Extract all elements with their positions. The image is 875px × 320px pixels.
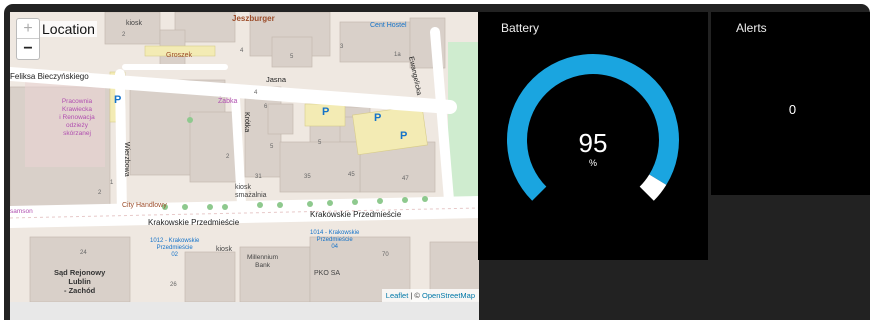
house-number: 3: [340, 44, 344, 50]
map-label-wierzbowa: Wierzbowa: [123, 142, 130, 177]
house-number: 5: [290, 54, 294, 60]
house-number: 70: [382, 252, 389, 258]
house-number: 5: [318, 140, 322, 146]
map-bottom-strip: [10, 302, 479, 320]
map-tiles: [10, 12, 479, 302]
house-number: 1: [110, 180, 114, 186]
location-map[interactable]: Jeszburger kiosk Cent Hostel Groszek Fel…: [10, 12, 479, 302]
map-label-groszek: Groszek: [166, 52, 193, 59]
map-label-stop-1012: 1012 - Krakowskie Przedmieście 02: [150, 238, 200, 258]
house-number: 24: [80, 250, 87, 256]
zoom-in-button[interactable]: +: [17, 19, 39, 39]
map-title: Location: [40, 21, 97, 37]
map-label-krakowskie-left: Krakowskie Przedmieście: [148, 218, 240, 227]
house-number: 4: [254, 90, 258, 96]
map-label-zabka: Żabka: [218, 98, 238, 105]
map-label-kiosk-smazalnia: kiosk smażalnia: [235, 184, 267, 199]
map-zoom-control: + −: [16, 18, 40, 60]
dashboard-frame: Jeszburger kiosk Cent Hostel Groszek Fel…: [4, 4, 870, 320]
house-number: 6: [264, 104, 268, 110]
map-attribution: Leaflet | © OpenStreetMap: [381, 289, 479, 302]
map-label-stop-1014: 1014 - Krakowskie Przedmieście 04: [310, 230, 360, 250]
alerts-value: 0: [788, 102, 797, 117]
map-label-krotka: Krótka: [243, 112, 250, 133]
parking-icon: P: [114, 94, 122, 106]
house-number: 47: [402, 176, 409, 182]
parking-icon: P: [400, 130, 408, 142]
alerts-widget: Alerts 0: [711, 12, 870, 195]
map-label-hostel: Cent Hostel: [370, 22, 407, 29]
parking-icon: P: [322, 106, 330, 118]
map-label-millennium: Millennium Bank: [247, 254, 279, 269]
map-label-sad: Sąd Rejonowy Lublin - Zachód: [54, 268, 106, 295]
house-number: 45: [348, 172, 355, 178]
map-label-kiosk: kiosk: [126, 20, 142, 27]
house-number: 1a: [394, 52, 401, 58]
battery-unit: %: [588, 158, 597, 168]
map-label-pracownia: Pracownia Krawiecka i Renowacja odzieży …: [59, 98, 95, 137]
house-number: 2: [226, 154, 230, 160]
map-label-krakowskie-right: Krakowskie Przedmieście: [310, 210, 402, 219]
house-number: 4: [240, 48, 244, 54]
gauge-remaining-arc: [639, 174, 667, 201]
map-label-feliksa: Feliksa Bieczyńskiego: [10, 72, 89, 81]
map-label-pko: PKO SA: [314, 270, 341, 277]
map-label-samson: samson: [10, 208, 33, 215]
house-number: 26: [170, 282, 177, 288]
map-label-jasna: Jasna: [266, 75, 287, 84]
attribution-separator: | ©: [408, 291, 423, 300]
house-number: 35: [304, 174, 311, 180]
zoom-out-button[interactable]: −: [17, 39, 39, 58]
house-number: 2: [98, 190, 102, 196]
battery-widget: Battery 95 %: [478, 12, 708, 260]
map-label-kiosk-bottom: kiosk: [216, 246, 232, 253]
map-label-city-handlowy: City Handlowy: [122, 202, 167, 209]
alerts-title: Alerts: [736, 21, 767, 35]
map-label-jeszburger: Jeszburger: [232, 14, 275, 23]
house-number: 5: [270, 144, 274, 150]
battery-value: 95: [578, 128, 608, 158]
osm-link[interactable]: OpenStreetMap: [422, 291, 475, 300]
house-number: 31: [255, 174, 262, 180]
parking-icon: P: [374, 112, 382, 124]
house-number: 2: [122, 32, 126, 38]
leaflet-link[interactable]: Leaflet: [386, 291, 409, 300]
